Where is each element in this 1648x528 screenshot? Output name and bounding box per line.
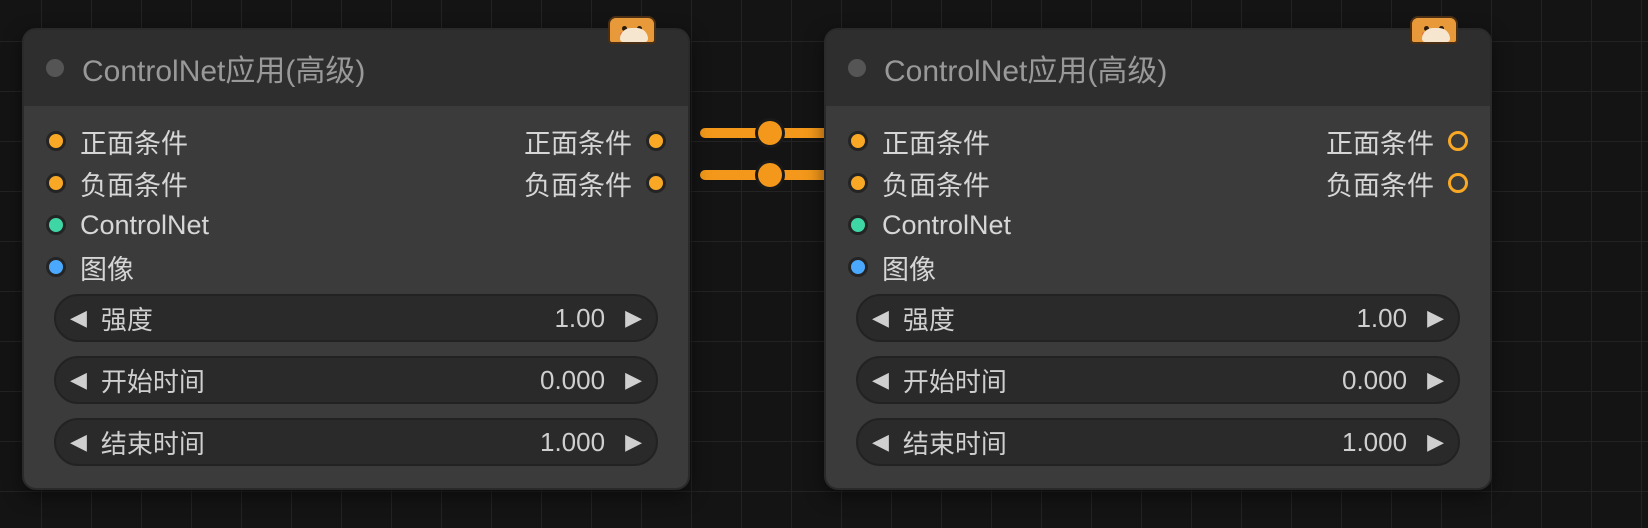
output-port-negative[interactable] (1448, 173, 1468, 193)
node-title: ControlNet应用(高级) (82, 46, 365, 90)
node-body: 正面条件 正面条件 负面条件 负面条件 ControlNet (24, 106, 688, 488)
widget-label: 强度 (903, 300, 1343, 337)
widget-end[interactable]: ◀ 结束时间 1.000 ▶ (54, 418, 658, 466)
node-header[interactable]: ControlNet应用(高级) (24, 30, 688, 106)
widget-end[interactable]: ◀ 结束时间 1.000 ▶ (856, 418, 1460, 466)
output-label-negative: 负面条件 (1326, 164, 1434, 203)
widget-label: 开始时间 (101, 362, 526, 399)
wire-knob-positive[interactable] (758, 121, 782, 145)
node-controlnet-apply-advanced-2[interactable]: ControlNet应用(高级) 正面条件 正面条件 负面条件 负面条件 (824, 28, 1492, 490)
decrement-arrow-icon[interactable]: ◀ (872, 305, 889, 331)
input-port-image[interactable] (46, 257, 66, 277)
increment-arrow-icon[interactable]: ▶ (1427, 367, 1444, 393)
output-port-positive[interactable] (1448, 131, 1468, 151)
input-port-controlnet[interactable] (848, 215, 868, 235)
wire-knob-negative[interactable] (758, 163, 782, 187)
widget-start[interactable]: ◀ 开始时间 0.000 ▶ (54, 356, 658, 404)
widget-value: 1.000 (1342, 427, 1413, 458)
decrement-arrow-icon[interactable]: ◀ (872, 429, 889, 455)
output-port-negative[interactable] (646, 173, 666, 193)
node-header[interactable]: ControlNet应用(高级) (826, 30, 1490, 106)
input-port-positive[interactable] (46, 131, 66, 151)
node-title: ControlNet应用(高级) (884, 46, 1167, 90)
collapse-dot-icon[interactable] (848, 59, 866, 77)
input-label-positive: 正面条件 (80, 122, 188, 161)
increment-arrow-icon[interactable]: ▶ (625, 305, 642, 331)
shiba-badge-icon (1410, 16, 1458, 44)
widget-label: 强度 (101, 300, 541, 337)
decrement-arrow-icon[interactable]: ◀ (70, 429, 87, 455)
input-label-positive: 正面条件 (882, 122, 990, 161)
increment-arrow-icon[interactable]: ▶ (625, 367, 642, 393)
widget-label: 开始时间 (903, 362, 1328, 399)
increment-arrow-icon[interactable]: ▶ (625, 429, 642, 455)
widget-value: 1.00 (1356, 303, 1413, 334)
node-controlnet-apply-advanced-1[interactable]: ControlNet应用(高级) 正面条件 正面条件 负面条件 负面条件 (22, 28, 690, 490)
input-label-image: 图像 (80, 248, 134, 287)
collapse-dot-icon[interactable] (46, 59, 64, 77)
output-port-positive[interactable] (646, 131, 666, 151)
decrement-arrow-icon[interactable]: ◀ (70, 367, 87, 393)
widget-value: 1.00 (554, 303, 611, 334)
decrement-arrow-icon[interactable]: ◀ (70, 305, 87, 331)
output-label-positive: 正面条件 (524, 122, 632, 161)
input-label-image: 图像 (882, 248, 936, 287)
input-port-negative[interactable] (46, 173, 66, 193)
widget-value: 0.000 (1342, 365, 1413, 396)
input-label-controlnet: ControlNet (882, 210, 1011, 241)
input-port-controlnet[interactable] (46, 215, 66, 235)
decrement-arrow-icon[interactable]: ◀ (872, 367, 889, 393)
widget-value: 1.000 (540, 427, 611, 458)
widget-label: 结束时间 (101, 424, 526, 461)
input-port-negative[interactable] (848, 173, 868, 193)
increment-arrow-icon[interactable]: ▶ (1427, 429, 1444, 455)
output-label-negative: 负面条件 (524, 164, 632, 203)
output-label-positive: 正面条件 (1326, 122, 1434, 161)
widget-start[interactable]: ◀ 开始时间 0.000 ▶ (856, 356, 1460, 404)
input-port-positive[interactable] (848, 131, 868, 151)
shiba-badge-icon (608, 16, 656, 44)
widget-strength[interactable]: ◀ 强度 1.00 ▶ (54, 294, 658, 342)
widget-label: 结束时间 (903, 424, 1328, 461)
increment-arrow-icon[interactable]: ▶ (1427, 305, 1444, 331)
input-label-controlnet: ControlNet (80, 210, 209, 241)
input-port-image[interactable] (848, 257, 868, 277)
widget-strength[interactable]: ◀ 强度 1.00 ▶ (856, 294, 1460, 342)
input-label-negative: 负面条件 (882, 164, 990, 203)
widget-value: 0.000 (540, 365, 611, 396)
node-body: 正面条件 正面条件 负面条件 负面条件 ControlNet (826, 106, 1490, 488)
input-label-negative: 负面条件 (80, 164, 188, 203)
